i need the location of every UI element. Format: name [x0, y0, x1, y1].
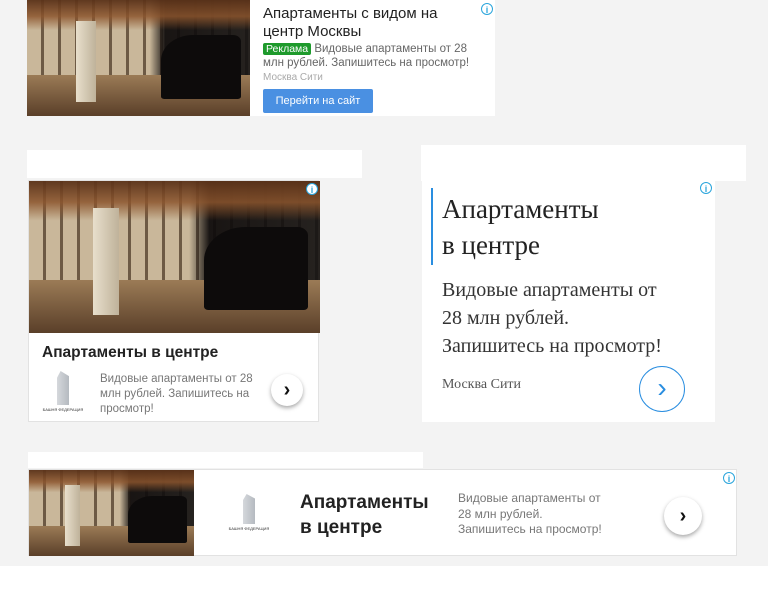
- info-icon[interactable]: i: [723, 472, 735, 484]
- ad-banner-4[interactable]: i БАШНЯ ФЕДЕРАЦИЯ Апартаменты в центре В…: [28, 469, 737, 556]
- ad-image[interactable]: [29, 181, 320, 333]
- text-line: Видовые апартаменты от: [458, 491, 601, 505]
- brand-logo: БАШНЯ ФЕДЕРАЦИЯ: [227, 494, 271, 531]
- chevron-right-icon[interactable]: ›: [271, 374, 303, 406]
- ad-image[interactable]: [27, 0, 250, 116]
- ad-title[interactable]: Апартаменты в центре: [300, 490, 429, 540]
- chevron-right-icon[interactable]: ›: [639, 366, 685, 412]
- text-line: 28 млн рублей.: [442, 307, 570, 329]
- ad-banner-2[interactable]: i Апартаменты в центре БАШНЯ ФЕДЕРАЦИЯ В…: [28, 180, 320, 422]
- brand-logo: БАШНЯ ФЕДЕРАЦИЯ: [41, 371, 85, 412]
- chevron-right-icon[interactable]: ›: [664, 497, 702, 535]
- text-line: Запишитесь на просмотр!: [458, 522, 602, 536]
- title-line: Апартаменты: [300, 492, 429, 513]
- info-icon[interactable]: i: [306, 183, 318, 195]
- text-line: Запишитесь на просмотр!: [442, 335, 662, 357]
- ad-image[interactable]: [29, 470, 194, 556]
- info-icon[interactable]: i: [700, 182, 712, 194]
- text-line: Видовые апартаменты от: [442, 279, 657, 301]
- ad-banner-1[interactable]: Апартаменты с видом на центр Москвы i Ре…: [27, 0, 495, 116]
- ad-text: Видовые апартаменты от 28 млн рублей. За…: [458, 491, 602, 538]
- ad-domain[interactable]: Москва Сити: [442, 377, 521, 393]
- ad-text: Видовые апартаменты от 28 млн рублей. За…: [442, 276, 662, 360]
- blank-strip: [421, 145, 746, 181]
- ad-banner-3[interactable]: i Апартаменты в центре Видовые апартамен…: [422, 181, 715, 422]
- blank-strip: [27, 150, 362, 178]
- ad-text: Видовые апартаменты от 28 млн рублей. За…: [100, 373, 253, 415]
- ad-badge: Реклама: [263, 43, 312, 55]
- ad-title[interactable]: Апартаменты в центре: [42, 344, 218, 362]
- ad-title[interactable]: Апартаменты в центре: [442, 191, 599, 263]
- text-line: 28 млн рублей.: [458, 506, 543, 521]
- title-line: в центре: [300, 517, 383, 538]
- ad-title[interactable]: Апартаменты с видом на центр Москвы: [263, 5, 463, 41]
- title-line: Апартаменты: [442, 194, 599, 224]
- ad-domain[interactable]: Москва Сити: [263, 72, 323, 83]
- title-line: в центре: [442, 230, 540, 260]
- info-icon[interactable]: i: [481, 3, 493, 15]
- visit-site-button[interactable]: Перейти на сайт: [263, 89, 373, 113]
- blank-strip: [28, 452, 423, 468]
